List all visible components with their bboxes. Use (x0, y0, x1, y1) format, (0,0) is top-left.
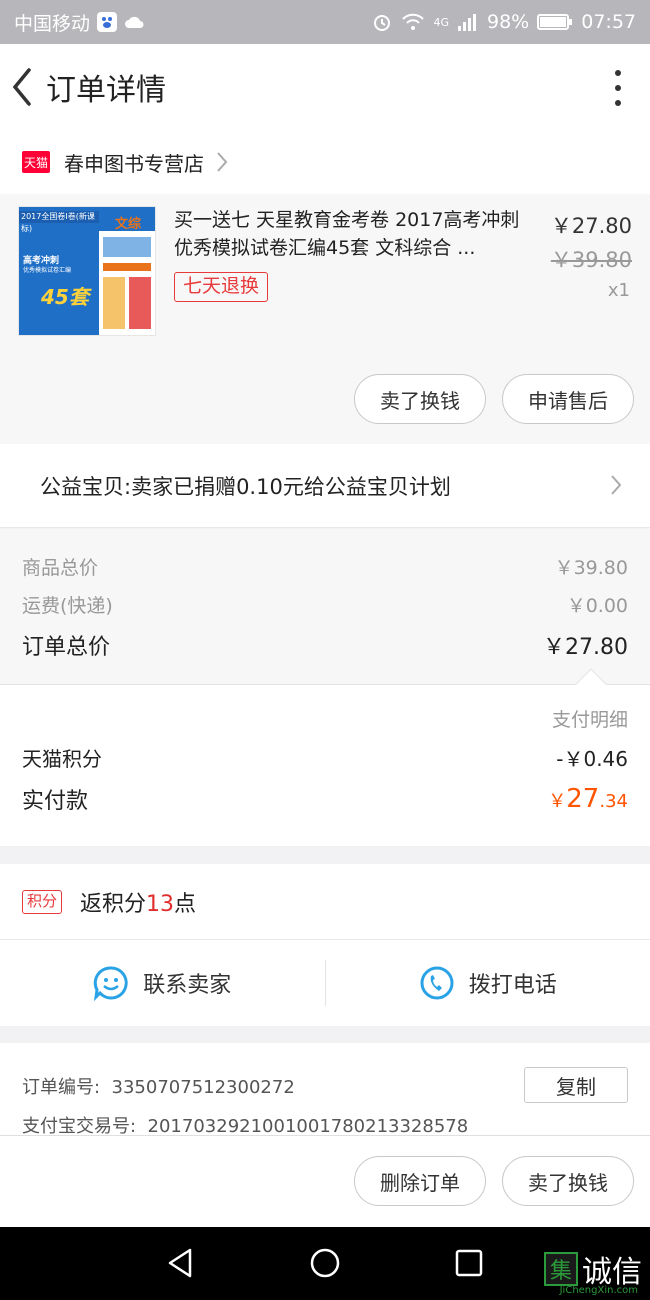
paid-dec: .34 (599, 791, 628, 812)
tmall-points-label: 天猫积分 (22, 747, 102, 771)
back-button[interactable] (2, 44, 42, 130)
chevron-right-icon (217, 152, 228, 172)
nav-back-icon[interactable] (166, 1247, 194, 1279)
call-phone-button[interactable]: 拨打电话 (326, 940, 650, 1026)
copy-button[interactable]: 复制 (524, 1067, 628, 1103)
page-title: 订单详情 (46, 73, 166, 108)
points-prefix: 返积分 (80, 891, 147, 917)
signal-icon (458, 14, 476, 31)
cover-line2: 优秀模拟试卷汇编 (23, 267, 72, 274)
paid-int: 27 (566, 784, 600, 814)
alipay-number-label: 支付宝交易号: (22, 1116, 137, 1137)
product-quantity: x1 (607, 280, 630, 301)
paid-currency: ￥ (548, 791, 567, 812)
delete-order-button[interactable]: 删除订单 (354, 1156, 486, 1206)
price-summary: 商品总价 ￥39.80 运费(快递) ￥0.00 订单总价 ￥27.80 (0, 529, 650, 684)
cloud-icon (125, 16, 144, 28)
chevron-right-icon (611, 475, 622, 495)
charity-text: 公益宝贝:卖家已捐赠0.10元给公益宝贝计划 (40, 474, 451, 499)
more-menu-button[interactable] (610, 70, 626, 106)
cover-banner: 2017全国卷Ⅰ卷(新课标) (19, 211, 99, 233)
carrier: 中国移动 (14, 9, 146, 36)
points-badge: 积分 (22, 889, 63, 914)
wifi-icon (402, 13, 425, 30)
phone-icon (420, 966, 454, 1000)
product-title[interactable]: 买一送七 天星教育金考卷 2017高考冲刺优秀模拟试卷汇编45套 文科综合 ..… (174, 206, 538, 262)
order-total-value: ￥27.80 (543, 635, 628, 660)
paid-amount: ￥27.34 (548, 784, 628, 814)
product-thumbnail[interactable]: 2017全国卷Ⅰ卷(新课标) 文综 高考冲刺 优秀模拟试卷汇编 45套 (18, 206, 156, 336)
paid-label: 实付款 (22, 789, 89, 814)
contact-row: 联系卖家 拨打电话 (0, 940, 650, 1026)
points-rebate-row: 积分 返积分13点 (0, 864, 650, 940)
shipping-label: 运费(快递) (22, 595, 113, 617)
charity-row[interactable]: 公益宝贝:卖家已捐赠0.10元给公益宝贝计划 (0, 444, 650, 528)
sell-for-cash-button[interactable]: 卖了换钱 (354, 374, 486, 424)
payment-details: 支付明细 天猫积分 -￥0.46 实付款 ￥27.34 (0, 668, 650, 846)
goods-total-value: ￥39.80 (554, 557, 628, 579)
baidu-app-icon (97, 12, 118, 32)
contact-seller-label: 联系卖家 (143, 973, 232, 998)
after-sales-button[interactable]: 申请售后 (502, 374, 634, 424)
order-number-label: 订单编号: (22, 1077, 101, 1098)
product-price: ￥27.80 (550, 214, 632, 238)
order-info: 订单编号: 3350707512300272 复制 支付宝交易号: 201703… (0, 1043, 650, 1137)
order-number-row: 订单编号: 3350707512300272 (22, 1073, 295, 1099)
points-rebate-text: 返积分13点 (80, 886, 196, 918)
cover-subject: 文综 (115, 217, 142, 232)
store-row[interactable]: 天猫 春申图书专营店 (0, 130, 650, 194)
watermark-logo: 集 (544, 1252, 578, 1286)
goods-total-label: 商品总价 (22, 557, 99, 579)
system-nav-bar: 集 诚信 JiChengXin.com (0, 1227, 650, 1300)
alarm-icon (374, 15, 391, 31)
title-bar: 订单详情 (0, 44, 650, 130)
more-dot-icon (615, 100, 621, 106)
nav-home-icon[interactable] (309, 1247, 341, 1279)
status-bar: 中国移动 4G 98% 07:57 (0, 0, 650, 44)
network-type: 4G (433, 15, 449, 29)
payment-detail-link[interactable]: 支付明细 (552, 705, 628, 732)
tmall-badge: 天猫 (22, 151, 50, 173)
nav-recents-icon[interactable] (455, 1249, 483, 1277)
return-policy-tag: 七天退换 (174, 272, 269, 302)
watermark-sub: JiChengXin.com (559, 1285, 638, 1296)
battery-percent: 98% (487, 11, 530, 33)
more-dot-icon (615, 70, 621, 76)
watermark: 集 诚信 JiChengXin.com (544, 1247, 642, 1296)
cover-big: 45套 (41, 285, 89, 309)
original-price: ￥39.80 (550, 248, 632, 272)
product-card: 2017全国卷Ⅰ卷(新课标) 文综 高考冲刺 优秀模拟试卷汇编 45套 买一送七… (0, 194, 650, 444)
sell-for-cash-button[interactable]: 卖了换钱 (502, 1156, 634, 1206)
clock: 07:57 (581, 11, 636, 33)
contact-seller-button[interactable]: 联系卖家 (0, 940, 325, 1026)
shipping-value: ￥0.00 (566, 595, 628, 617)
carrier-name: 中国移动 (14, 12, 91, 35)
points-suffix: 点 (174, 891, 197, 917)
chat-smile-icon (94, 966, 128, 1001)
tmall-points-value: -￥0.46 (556, 747, 628, 771)
more-dot-icon (615, 85, 621, 91)
alipay-number: 2017032921001001780213328578 (147, 1116, 469, 1137)
points-number: 13 (146, 891, 175, 917)
order-number: 3350707512300272 (111, 1077, 295, 1098)
call-phone-label: 拨打电话 (468, 973, 557, 998)
store-name: 春申图书专营店 (64, 151, 204, 176)
order-total-label: 订单总价 (22, 635, 111, 660)
battery-icon (537, 14, 573, 30)
chevron-left-icon (12, 68, 31, 106)
bottom-action-bar: 删除订单 卖了换钱 (0, 1135, 650, 1227)
